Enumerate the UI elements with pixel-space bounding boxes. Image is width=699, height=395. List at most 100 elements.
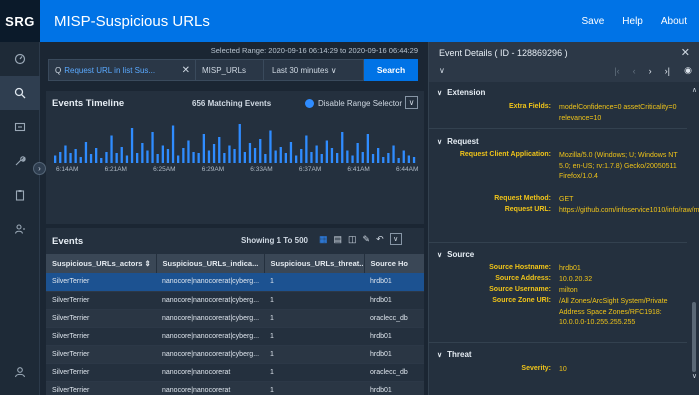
timeline-bar: [346, 150, 349, 163]
column-header-actors[interactable]: Suspicious_URLs_actors ⇕: [46, 254, 157, 273]
time-range-dropdown[interactable]: Last 30 minutes ∨: [264, 59, 364, 81]
channels-icon[interactable]: [0, 110, 40, 144]
timeline-bar: [212, 144, 216, 163]
timeline-bar: [228, 145, 231, 163]
field-value: GET: [559, 196, 574, 203]
events-menu-chevron-icon[interactable]: ∨: [389, 233, 402, 245]
column-header-threat[interactable]: Suspicious_URLs_threat...: [264, 254, 365, 273]
table-cell: 1: [264, 363, 364, 382]
timeline-bar: [387, 153, 390, 163]
table-header-row: Suspicious_URLs_actors ⇕ Suspicious_URLs…: [46, 254, 424, 273]
timeline-bar: [125, 155, 129, 163]
table-row[interactable]: SilverTerrier nanocore|nanocorerat|cyberg…: [46, 345, 424, 364]
timeline-bar: [341, 132, 344, 163]
section-source[interactable]: ∨ Source: [437, 250, 474, 259]
table-cell: SilverTerrier: [46, 291, 156, 310]
divider: [429, 128, 687, 129]
search-input[interactable]: Q Request URL in list Sus... ✕: [48, 59, 196, 81]
field-value: hrdb01: [559, 265, 581, 272]
export-icon[interactable]: ◫: [348, 234, 357, 245]
details-header: Event Details ( ID - 128869296 ) ✕ ∨ |‹ …: [429, 42, 699, 82]
field-key: Severity:: [521, 365, 551, 372]
column-header-source-host[interactable]: Source Ho: [364, 254, 424, 273]
clear-query-icon[interactable]: ✕: [182, 65, 190, 76]
scroll-down-icon[interactable]: ∨: [692, 372, 697, 380]
clipboard-icon[interactable]: [0, 178, 40, 212]
search-button[interactable]: Search: [364, 59, 418, 81]
list-view-icon[interactable]: ▤: [334, 234, 343, 245]
timeline-bar: [84, 142, 88, 163]
search-icon[interactable]: [0, 76, 40, 110]
timeline-bar: [397, 158, 400, 163]
table-row[interactable]: SilverTerrier nanocore|nanocorerat|cyberg…: [46, 327, 424, 346]
rail-expand-chevron-icon[interactable]: ›: [33, 162, 46, 175]
timeline-bar: [110, 135, 113, 163]
help-link[interactable]: Help: [622, 16, 643, 27]
chevron-down-icon: ∨: [437, 90, 443, 97]
timeline-bar: [171, 125, 175, 163]
timeline-bar: [95, 148, 98, 163]
next-page-icon[interactable]: ›: [649, 66, 652, 76]
table-row[interactable]: SilverTerrier nanocore|nanocorerat|cyberg…: [46, 273, 424, 292]
section-extension[interactable]: ∨ Extension: [437, 88, 485, 97]
timeline-bar: [412, 157, 416, 163]
undo-icon[interactable]: ↶: [376, 234, 384, 245]
timeline-bar: [377, 148, 380, 163]
about-link[interactable]: About: [661, 16, 687, 27]
eye-icon[interactable]: ◉: [684, 65, 692, 76]
field-value: /All Zones/ArcSight System/Private Addre…: [559, 298, 668, 326]
table-cell: oraclecc_db: [364, 309, 424, 328]
events-panel: Events Showing 1 To 500 ▦ ▤ ◫ ✎ ↶ ∨ Susp…: [46, 228, 424, 395]
timeline-bar: [361, 152, 364, 163]
events-toolbar: ▦ ▤ ◫ ✎ ↶ ∨: [319, 233, 402, 245]
collapse-all-icon[interactable]: ∨: [439, 66, 445, 75]
column-header-indicators[interactable]: Suspicious_URLs_indica...: [156, 254, 265, 273]
timeline-bar: [325, 140, 328, 163]
timeline-bar: [141, 143, 144, 163]
timeline-bar: [295, 155, 298, 163]
timeline-tick-label: 6:37AM: [298, 166, 322, 173]
table-row[interactable]: SilverTerrier nanocore|nanocorerat|cyberg…: [46, 291, 424, 310]
section-threat[interactable]: ∨ Threat: [437, 350, 472, 359]
timeline-bar: [197, 153, 200, 163]
timeline-bar: [407, 155, 410, 163]
timeline-bar: [89, 154, 93, 163]
tools-icon[interactable]: ✎: [363, 234, 371, 245]
table-row[interactable]: SilverTerrier nanocore|nanocorerat 1 hrdb01: [46, 381, 424, 395]
first-page-icon[interactable]: |‹: [614, 66, 619, 76]
table-cell: nanocore|nanocorerat|cyberg...: [156, 345, 264, 364]
dashboard-icon[interactable]: [0, 42, 40, 76]
timeline-bar: [310, 152, 313, 163]
user-icon[interactable]: [0, 355, 40, 389]
table-row[interactable]: SilverTerrier nanocore|nanocorerat|cyberg…: [46, 309, 424, 328]
timeline-bar: [79, 157, 82, 163]
close-icon[interactable]: ✕: [681, 46, 690, 59]
prev-page-icon[interactable]: ‹: [633, 66, 636, 76]
section-request[interactable]: ∨ Request: [437, 137, 479, 146]
query-prefix-icon: Q: [55, 65, 62, 75]
timeline-bar: [356, 143, 359, 163]
table-row[interactable]: SilverTerrier nanocore|nanocorerat 1 oracle…: [46, 363, 424, 382]
search-row: Q Request URL in list Sus... ✕ MISP_URLs…: [48, 59, 418, 81]
timeline-bar: [64, 145, 67, 163]
user-group-icon[interactable]: [0, 212, 40, 246]
timeline-bar: [166, 149, 170, 163]
timeline-bar: [161, 145, 164, 163]
table-cell: 1: [264, 381, 364, 395]
details-scrollbar[interactable]: [692, 302, 696, 372]
field-value: Mozilla/5.0 (Windows; U; Windows NT 5.0;…: [559, 152, 678, 180]
chevron-down-icon: ∨: [437, 352, 443, 359]
resource-selector[interactable]: MISP_URLs: [196, 59, 264, 81]
timeline-chart[interactable]: [46, 91, 424, 191]
scroll-up-icon[interactable]: ∧: [692, 86, 697, 94]
grid-view-icon[interactable]: ▦: [319, 234, 328, 245]
save-link[interactable]: Save: [581, 16, 604, 27]
last-page-icon[interactable]: ›|: [665, 66, 670, 76]
timeline-bar: [100, 158, 103, 163]
field-key: Source Address:: [495, 275, 551, 282]
timeline-bar: [284, 153, 287, 163]
timeline-bar: [151, 132, 154, 163]
table-cell: hrdb01: [364, 273, 424, 292]
timeline-bar: [115, 153, 118, 163]
table-cell: 1: [264, 309, 364, 328]
